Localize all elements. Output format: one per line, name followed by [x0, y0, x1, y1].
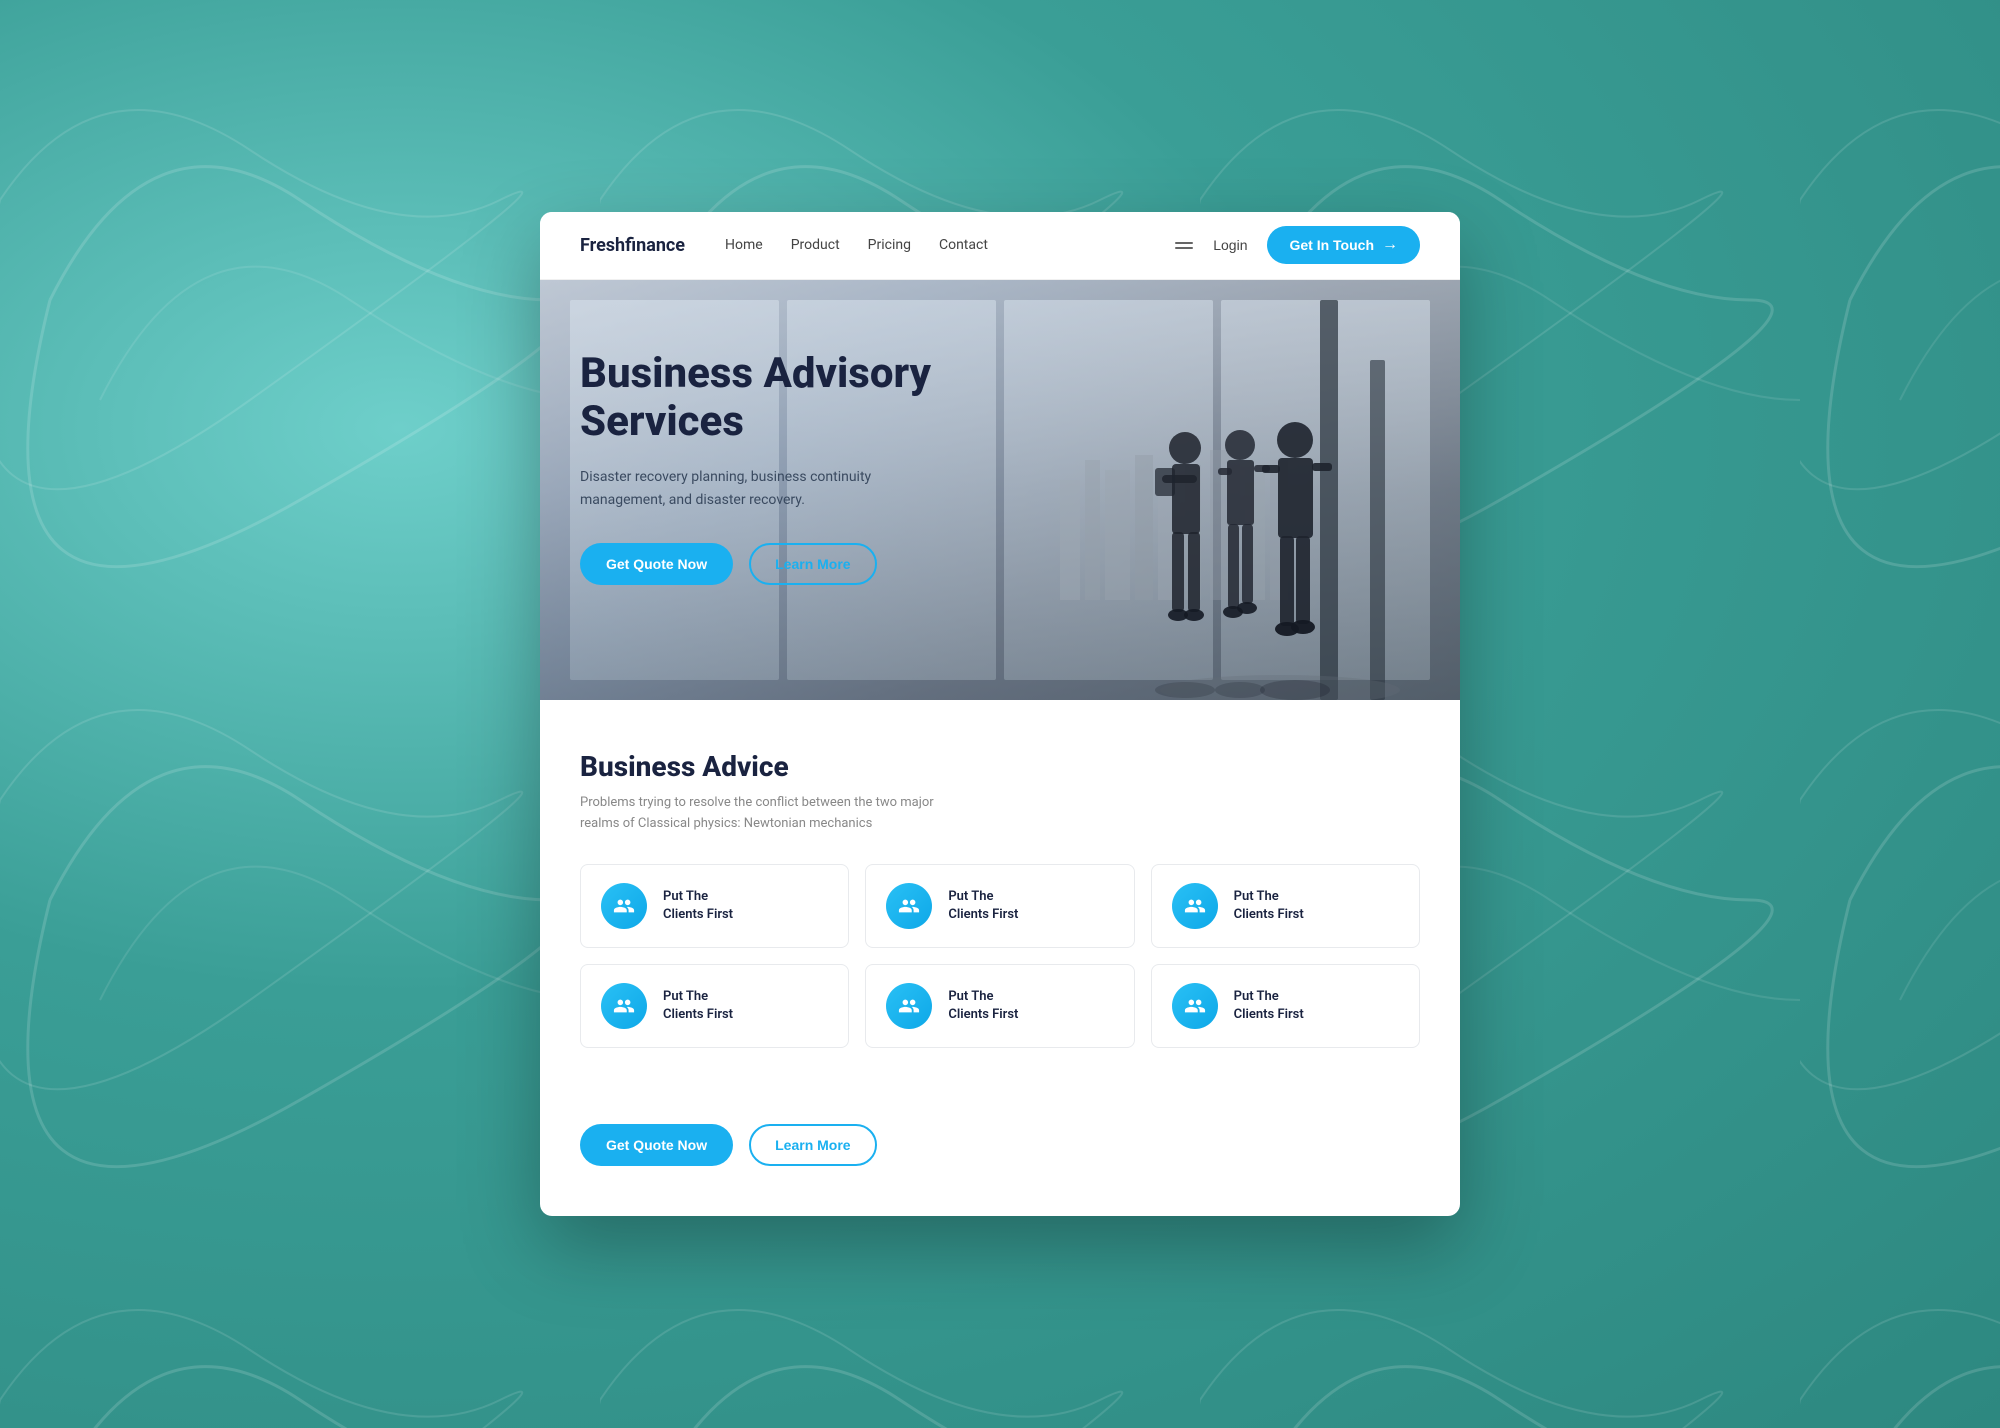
card-icon-2 [886, 883, 932, 929]
card-icon-3 [1172, 883, 1218, 929]
bottom-buttons: Get Quote Now Learn More [540, 1104, 1460, 1216]
card-text-6: Put TheClients First [1234, 988, 1304, 1024]
learn-more-bottom-button[interactable]: Learn More [749, 1124, 876, 1166]
card-text-3: Put TheClients First [1234, 888, 1304, 924]
advice-card-5[interactable]: Put TheClients First [865, 964, 1134, 1048]
get-quote-bottom-button[interactable]: Get Quote Now [580, 1124, 733, 1166]
hamburger-icon[interactable] [1175, 242, 1193, 249]
brand-logo: Freshfinance [580, 235, 685, 256]
hero-section: Business Advisory Services Disaster reco… [540, 280, 1460, 700]
cards-grid-row1: Put TheClients First Put TheClients Firs… [580, 864, 1420, 948]
people-icon [1184, 895, 1206, 917]
card-icon-6 [1172, 983, 1218, 1029]
hero-subtitle: Disaster recovery planning, business con… [580, 466, 900, 511]
card-text-5: Put TheClients First [948, 988, 1018, 1024]
card-text-1: Put TheClients First [663, 888, 733, 924]
section-subtitle: Problems trying to resolve the conflict … [580, 793, 940, 835]
nav-home[interactable]: Home [725, 237, 763, 253]
business-advice-section: Business Advice Problems trying to resol… [540, 700, 1460, 1105]
card-icon-1 [601, 883, 647, 929]
learn-more-button[interactable]: Learn More [749, 543, 876, 585]
people-icon [1184, 995, 1206, 1017]
login-button[interactable]: Login [1213, 237, 1247, 253]
card-icon-4 [601, 983, 647, 1029]
hero-silhouettes [1000, 300, 1420, 700]
hero-buttons: Get Quote Now Learn More [580, 543, 980, 585]
page-container: Freshfinance Home Product Pricing Contac… [540, 212, 1460, 1217]
card-text-4: Put TheClients First [663, 988, 733, 1024]
cards-grid-row2: Put TheClients First Put TheClients Firs… [580, 964, 1420, 1048]
nav-product[interactable]: Product [791, 237, 840, 253]
people-icon [613, 995, 635, 1017]
people-icon [898, 995, 920, 1017]
advice-card-4[interactable]: Put TheClients First [580, 964, 849, 1048]
get-in-touch-button[interactable]: Get In Touch → [1267, 226, 1420, 264]
get-quote-button[interactable]: Get Quote Now [580, 543, 733, 585]
navbar: Freshfinance Home Product Pricing Contac… [540, 212, 1460, 280]
hero-content: Business Advisory Services Disaster reco… [540, 280, 1020, 625]
arrow-icon: → [1382, 236, 1398, 254]
people-icon [613, 895, 635, 917]
advice-card-1[interactable]: Put TheClients First [580, 864, 849, 948]
nav-contact[interactable]: Contact [939, 237, 988, 253]
card-icon-5 [886, 983, 932, 1029]
advice-card-3[interactable]: Put TheClients First [1151, 864, 1420, 948]
advice-card-6[interactable]: Put TheClients First [1151, 964, 1420, 1048]
navbar-actions: Login Get In Touch → [1175, 226, 1420, 264]
hero-title: Business Advisory Services [580, 350, 980, 447]
nav-links: Home Product Pricing Contact [725, 237, 1175, 253]
nav-pricing[interactable]: Pricing [868, 237, 911, 253]
section-title: Business Advice [580, 750, 1420, 783]
card-text-2: Put TheClients First [948, 888, 1018, 924]
people-icon [898, 895, 920, 917]
advice-card-2[interactable]: Put TheClients First [865, 864, 1134, 948]
